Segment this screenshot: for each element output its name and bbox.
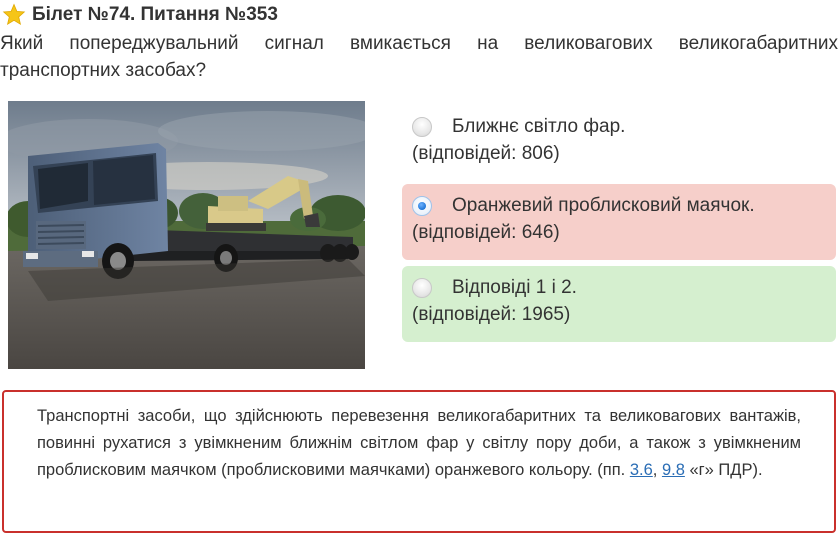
answer-count-2: (відповідей: 646)	[412, 222, 560, 243]
answer-option-2[interactable]: Оранжевий проблисковий маячок. (відповід…	[402, 184, 836, 260]
radio-button-2-selected[interactable]	[412, 196, 432, 216]
answer-label-1: Ближнє світло фар.	[452, 116, 626, 137]
ticket-question-title: Білет №74. Питання №353	[32, 4, 278, 25]
question-image	[8, 101, 365, 369]
radio-button-1[interactable]	[412, 117, 432, 137]
answer-option-3[interactable]: Відповіді 1 і 2. (відповідей: 1965)	[402, 266, 836, 342]
star-icon[interactable]	[2, 3, 26, 27]
explanation-text-end: «г» ПДР).	[684, 461, 763, 479]
explanation-separator: ,	[652, 461, 662, 479]
answer-label-3: Відповіді 1 і 2.	[452, 277, 577, 298]
question-header: Білет №74. Питання №353	[2, 2, 278, 28]
question-text: Який попереджувальний сигнал вмикається …	[0, 33, 838, 81]
answer-option-1[interactable]: Ближнє світло фар. (відповідей: 806)	[402, 105, 836, 181]
explanation-box: Транспортні засоби, що здійснюють переве…	[2, 390, 836, 533]
rule-link-9-8[interactable]: 9.8	[662, 461, 685, 479]
truck-with-excavator-photo	[8, 101, 365, 369]
radio-button-3[interactable]	[412, 278, 432, 298]
rule-link-3-6[interactable]: 3.6	[630, 461, 653, 479]
answer-count-3: (відповідей: 1965)	[412, 304, 571, 325]
answer-label-2: Оранжевий проблисковий маячок.	[452, 195, 755, 216]
answer-count-1: (відповідей: 806)	[412, 143, 560, 164]
